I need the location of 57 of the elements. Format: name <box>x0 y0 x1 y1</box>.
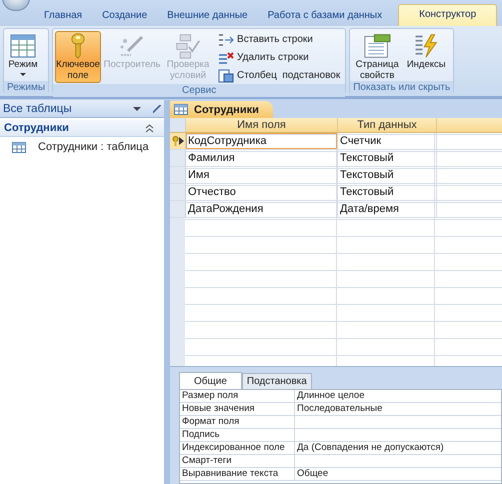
property-tab[interactable]: Общие <box>179 372 242 389</box>
ribbon-tab[interactable]: Создание <box>98 6 152 26</box>
nav-pane-title[interactable]: Все таблицы <box>3 102 133 114</box>
property-value[interactable]: Общее <box>295 468 501 480</box>
group-label: Сервис <box>53 84 346 97</box>
row-selector[interactable] <box>170 133 186 149</box>
ribbon-tab[interactable]: Внешние данные <box>163 6 252 26</box>
group-label: Режимы <box>4 81 48 94</box>
ribbon-tab[interactable]: Работа с базами данных <box>264 6 386 26</box>
nav-group-label: Сотрудники <box>4 122 69 134</box>
current-row-arrow-icon <box>178 137 184 145</box>
table-cell[interactable]: Фамилия <box>186 150 338 166</box>
group-label: Показать или скрыть <box>350 81 454 94</box>
table-cell[interactable]: Дата/время <box>338 201 437 217</box>
column-header[interactable]: Имя поля <box>186 118 338 132</box>
chevron-icon <box>145 124 154 132</box>
table-cell[interactable]: Текстовый <box>338 184 437 200</box>
insert-button[interactable]: Вставить строки <box>215 31 344 48</box>
insert-rows-icon <box>218 34 234 46</box>
view-button[interactable]: Режим <box>6 31 40 81</box>
nav-item[interactable]: Сотрудники : таблица <box>0 137 164 157</box>
table-cell[interactable]: Текстовый <box>338 150 437 166</box>
property-tab[interactable]: Подстановка <box>242 373 312 389</box>
property-value[interactable]: Последовательные <box>295 403 501 415</box>
table-icon <box>10 33 36 59</box>
delete-rows-icon <box>218 52 234 64</box>
table-cell[interactable]: ДатаРождения <box>186 201 338 217</box>
property-label: Размер поля <box>180 390 295 402</box>
table-cell[interactable]: Текстовый <box>338 167 437 183</box>
property-label: Смарт-теги <box>180 455 295 467</box>
indexes-button[interactable]: Индексы <box>404 31 448 81</box>
column-header[interactable]: Тип данных <box>338 118 437 132</box>
property-label: Выравнивание текста <box>180 468 295 480</box>
table-cell[interactable]: Счетчик <box>338 133 437 149</box>
table-icon <box>12 142 26 152</box>
ribbon-tab[interactable]: Конструктор <box>398 4 498 26</box>
nav-group-header[interactable]: Сотрудники <box>0 120 164 137</box>
ribbon-tab[interactable]: Главная <box>40 6 86 26</box>
caret-icon <box>20 73 26 76</box>
property-label: Индексированное поле <box>180 442 295 454</box>
key-icon <box>172 136 178 146</box>
table-cell[interactable]: Отчество <box>186 184 338 200</box>
property-value[interactable]: Длинное целое <box>295 390 501 402</box>
property-label: Новые значения <box>180 403 295 415</box>
property-label: Подпись <box>180 429 295 441</box>
lookup-button[interactable]: Столбец подстановок <box>215 67 344 84</box>
dropdown-icon[interactable] <box>133 106 141 110</box>
table-icon <box>174 104 188 115</box>
key-button[interactable]: Ключевое поле <box>55 31 102 83</box>
table-cell[interactable]: КодСотрудника <box>186 133 338 149</box>
property-label: Формат поля <box>180 416 295 428</box>
sheet-button[interactable]: Страница свойств <box>352 31 402 81</box>
property-value[interactable]: Да (Совпадения не допускаются) <box>295 442 501 454</box>
lookup-column-icon <box>218 68 234 82</box>
delete-button[interactable]: Удалить строки <box>215 49 344 66</box>
document-tab[interactable]: Сотрудники <box>170 101 273 118</box>
table-cell[interactable]: Имя <box>186 167 338 183</box>
